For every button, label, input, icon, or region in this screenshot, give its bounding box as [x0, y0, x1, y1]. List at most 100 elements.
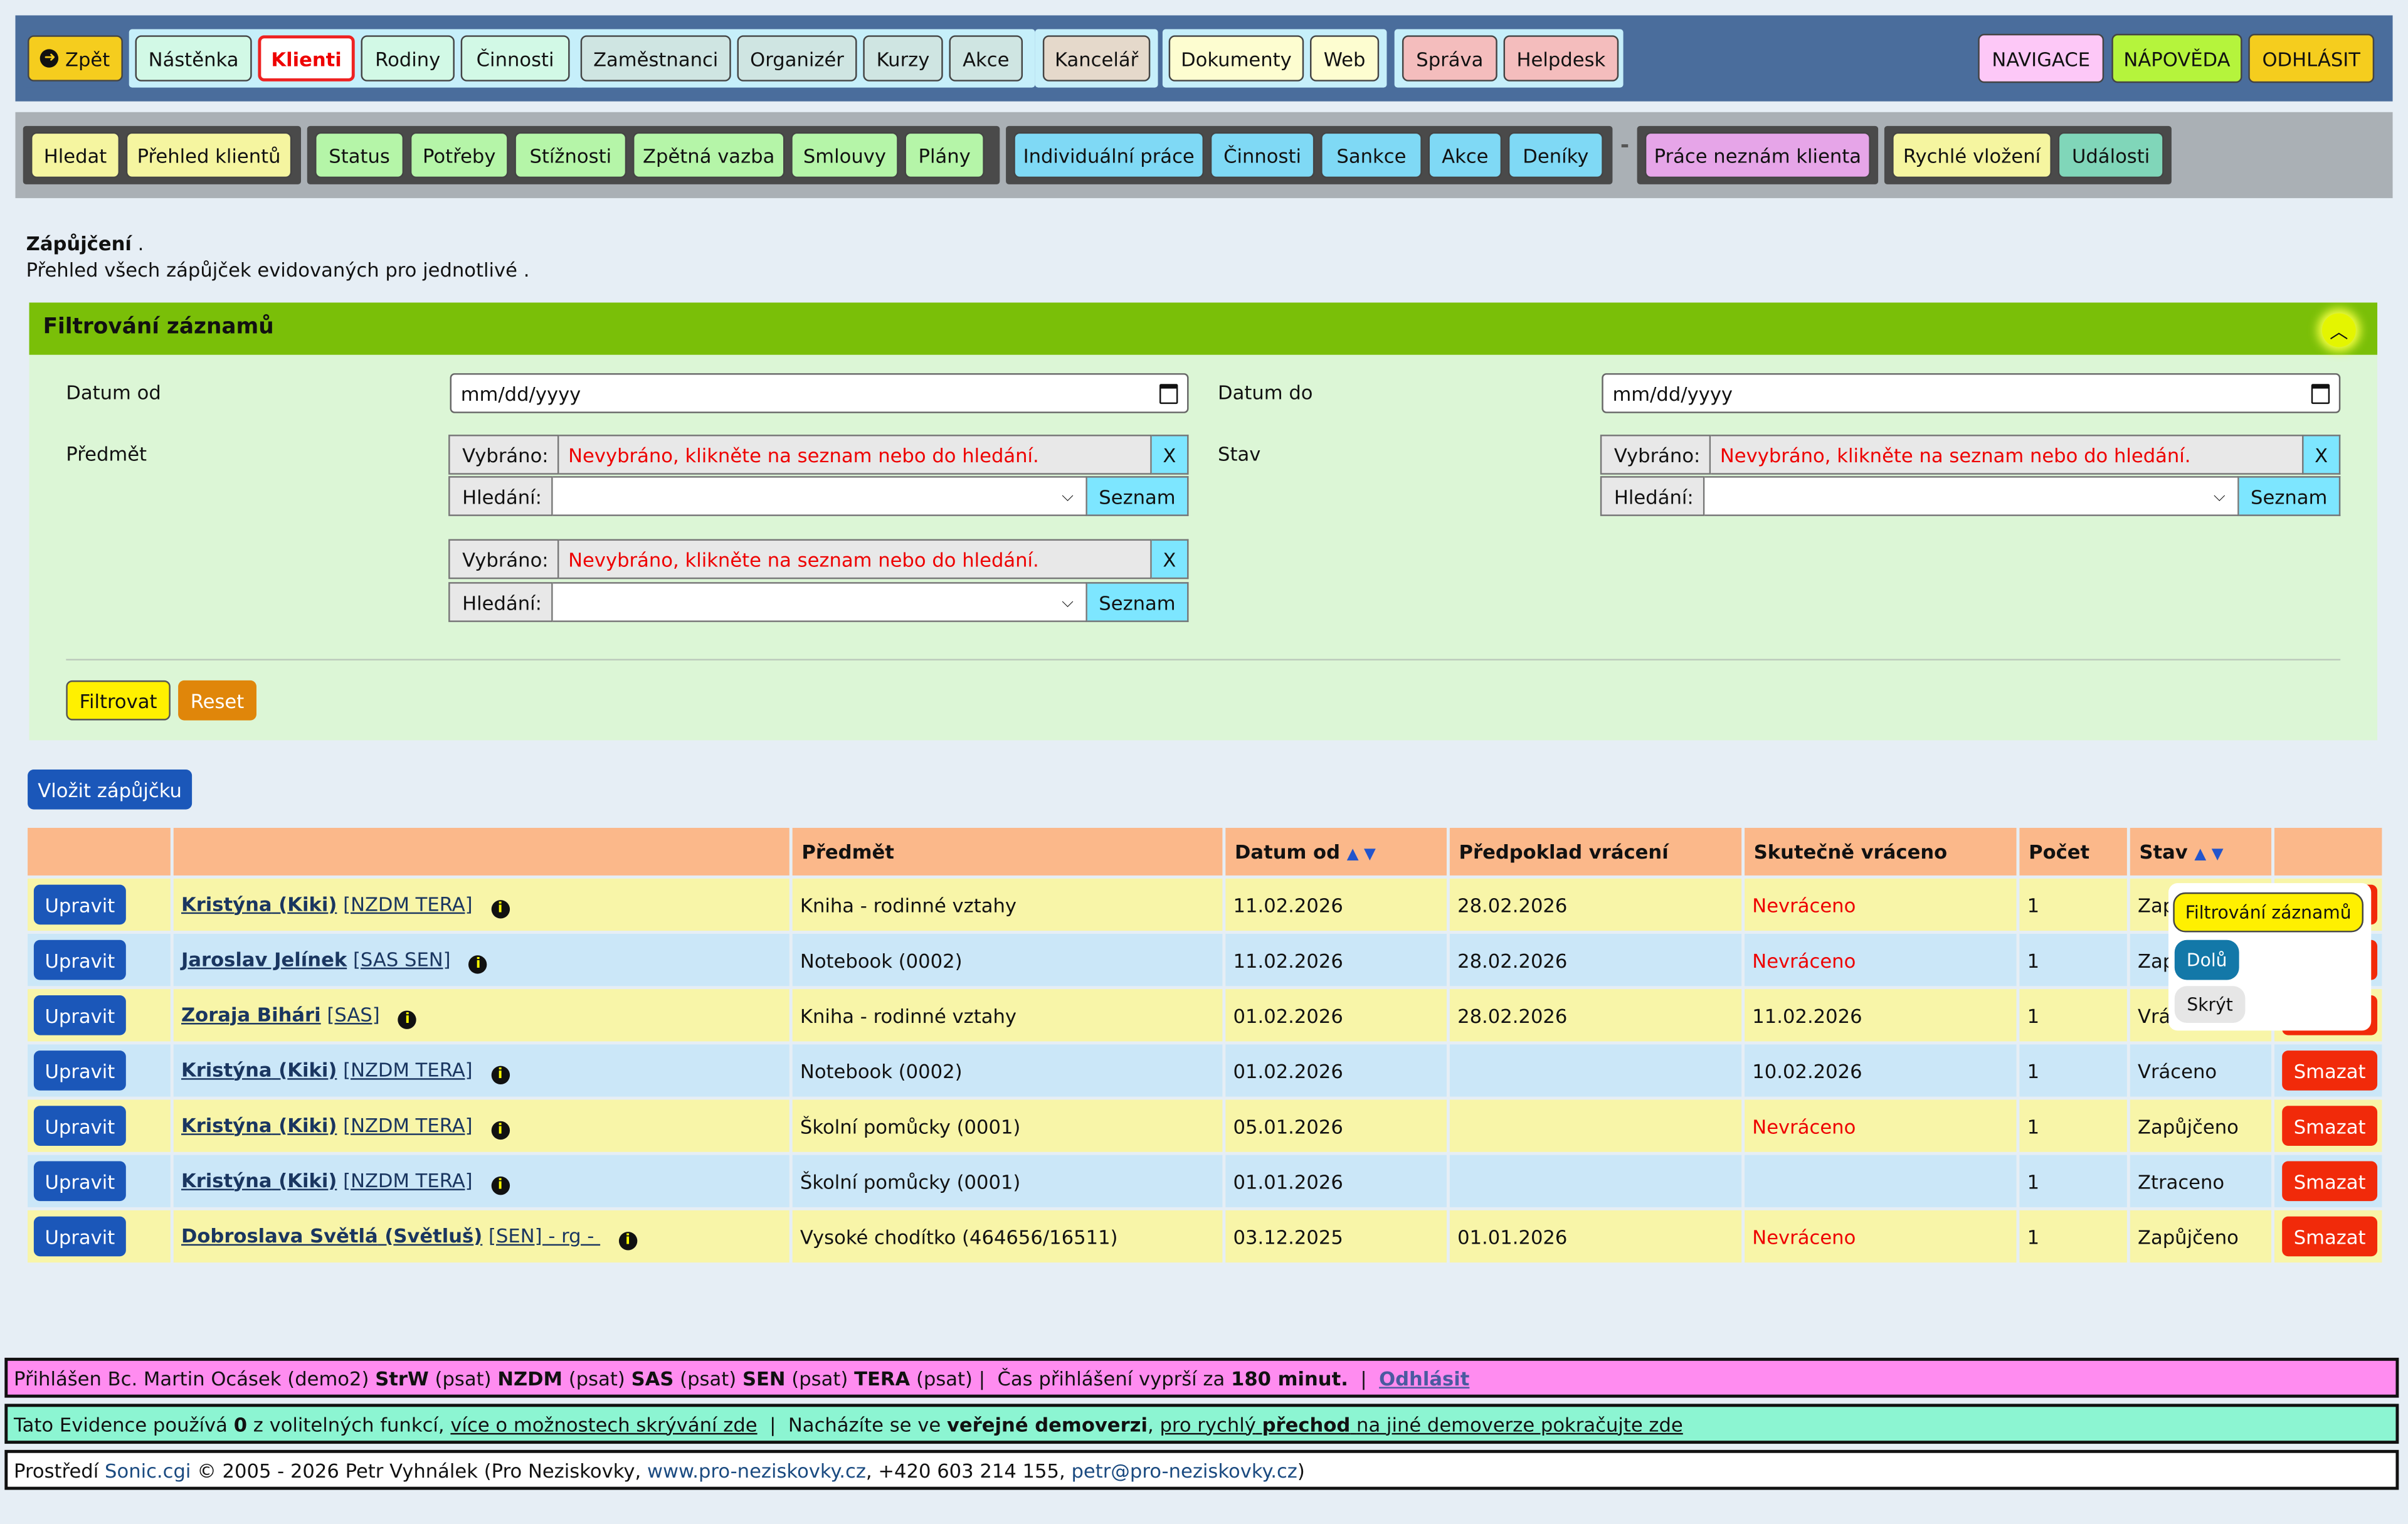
delete-button[interactable]: Smazat: [2282, 1050, 2378, 1091]
date-to-input[interactable]: mm/dd/yyyy: [1602, 373, 2341, 413]
nav-cinnosti[interactable]: Činnosti: [460, 35, 570, 82]
clear-button[interactable]: X: [2303, 435, 2341, 475]
info-icon[interactable]: i: [491, 1175, 510, 1195]
back-button[interactable]: ➜ Zpět: [28, 35, 123, 82]
delete-button[interactable]: Smazat: [2282, 1106, 2378, 1146]
edit-button[interactable]: Upravit: [33, 995, 126, 1035]
info-icon[interactable]: i: [491, 899, 510, 918]
client-services[interactable]: [SAS SEN]: [353, 947, 451, 970]
subject-list-button[interactable]: Seznam: [1087, 476, 1189, 516]
client-services[interactable]: [NZDM TERA]: [343, 1168, 473, 1191]
subnav-plany[interactable]: Plány: [904, 132, 985, 179]
subnav-prace-neznam-klienta[interactable]: Práce neznám klienta: [1644, 132, 1871, 179]
subject-search-select[interactable]: ⌵: [552, 476, 1087, 516]
subnav-prehled-klientu[interactable]: Přehled klientů: [125, 132, 292, 179]
client-services[interactable]: [SEN] - rg -: [488, 1224, 600, 1247]
insert-loan-button[interactable]: Vložit zápůjčku: [28, 769, 193, 810]
subnav-rychle-vlozeni[interactable]: Rychlé vložení: [1892, 132, 2052, 179]
info-icon[interactable]: i: [398, 1010, 417, 1029]
nav-sprava[interactable]: Správa: [1402, 35, 1497, 82]
edit-button[interactable]: Upravit: [33, 1161, 126, 1202]
info-icon[interactable]: i: [618, 1230, 637, 1250]
date-from-input[interactable]: mm/dd/yyyy: [450, 373, 1189, 413]
client-services[interactable]: [NZDM TERA]: [343, 1113, 473, 1136]
sort-arrows-icon[interactable]: ▲ ▼: [2194, 846, 2223, 863]
calendar-icon[interactable]: [2311, 383, 2330, 403]
page-title: Zápůjčení .: [26, 232, 144, 255]
client-link[interactable]: Zoraja Bihári: [181, 1002, 321, 1025]
state-list-button[interactable]: Seznam: [2239, 476, 2341, 516]
nav-kurzy[interactable]: Kurzy: [863, 35, 943, 82]
nav-helpdesk[interactable]: Helpdesk: [1503, 35, 1619, 82]
demo-switch-link[interactable]: pro rychlý přechod na jiné demoverze pok…: [1159, 1412, 1682, 1436]
filter-button[interactable]: Filtrovat: [66, 680, 171, 721]
client-link[interactable]: Kristýna (Kiki): [181, 1057, 337, 1081]
nav-web[interactable]: Web: [1309, 35, 1380, 82]
nav-nastenka[interactable]: Nástěnka: [135, 35, 252, 82]
subnav-hledat[interactable]: Hledat: [30, 132, 120, 179]
nav-kancelar[interactable]: Kancelář: [1042, 35, 1151, 82]
delete-button[interactable]: Smazat: [2282, 1216, 2378, 1257]
state-search-select[interactable]: ⌵: [1704, 476, 2239, 516]
subnav-smlouvy[interactable]: Smlouvy: [791, 132, 899, 179]
help-button[interactable]: NÁPOVĚDA: [2111, 33, 2242, 83]
col-header-date-from[interactable]: Datum od ▲ ▼: [1225, 828, 1447, 876]
sort-arrows-icon[interactable]: ▲ ▼: [1347, 846, 1376, 863]
client-link[interactable]: Jaroslav Jelínek: [181, 947, 347, 970]
subnav-status[interactable]: Status: [315, 132, 404, 179]
client-services[interactable]: [NZDM TERA]: [343, 892, 473, 915]
role-perm: (psat): [568, 1366, 625, 1390]
edit-button[interactable]: Upravit: [33, 939, 126, 980]
info-icon[interactable]: i: [491, 1120, 510, 1139]
footer-logout-link[interactable]: Odhlásit: [1379, 1366, 1469, 1389]
calendar-icon[interactable]: [1159, 383, 1178, 403]
info-icon[interactable]: i: [491, 1065, 510, 1084]
subnav-udalosti[interactable]: Události: [2057, 132, 2164, 179]
subnav-akce[interactable]: Akce: [1428, 132, 1502, 179]
subnav-zpetna-vazba[interactable]: Zpětná vazba: [632, 132, 785, 179]
features-link[interactable]: více o možnostech skrývání zde: [450, 1412, 757, 1436]
edit-button[interactable]: Upravit: [33, 1216, 126, 1257]
clear-button[interactable]: X: [1151, 435, 1189, 475]
sonic-link[interactable]: Sonic.cgi: [105, 1458, 191, 1481]
reset-button[interactable]: Reset: [178, 680, 256, 721]
subnav-individualni-prace[interactable]: Individuální práce: [1013, 132, 1205, 179]
navigation-button[interactable]: NAVIGACE: [1978, 33, 2104, 83]
client-services[interactable]: [SAS]: [327, 1002, 379, 1025]
chevron-up-icon[interactable]: ︿: [2321, 313, 2356, 347]
col-header-state[interactable]: Stav ▲ ▼: [2130, 828, 2272, 876]
subject2-search-select[interactable]: ⌵: [552, 582, 1087, 622]
nav-zamestnanci[interactable]: Zaměstnanci: [580, 35, 731, 82]
subnav-potreby[interactable]: Potřeby: [409, 132, 509, 179]
goto-filter-button[interactable]: Filtrování záznamů: [2173, 892, 2364, 933]
nav-organizer[interactable]: Organizér: [737, 35, 857, 82]
client-link[interactable]: Kristýna (Kiki): [181, 1113, 337, 1136]
edit-button[interactable]: Upravit: [33, 884, 126, 925]
nav-rodiny[interactable]: Rodiny: [361, 35, 455, 82]
nav-klienti[interactable]: Klienti: [258, 35, 355, 82]
web-link[interactable]: www.pro-neziskovky.cz: [647, 1458, 866, 1481]
filter-panel-header[interactable]: Filtrování záznamů ︿: [29, 302, 2378, 355]
hide-popup-button[interactable]: Skrýt: [2174, 986, 2246, 1024]
logout-button[interactable]: ODHLÁSIT: [2248, 33, 2375, 83]
subnav-sankce[interactable]: Sankce: [1321, 132, 1422, 179]
email-link[interactable]: petr@pro-neziskovky.cz: [1071, 1458, 1297, 1481]
client-link[interactable]: Kristýna (Kiki): [181, 1168, 337, 1191]
clear-button[interactable]: X: [1151, 539, 1189, 579]
subnav-deniky[interactable]: Deníky: [1508, 132, 1603, 179]
client-services[interactable]: [NZDM TERA]: [343, 1057, 473, 1081]
features-text-2: z volitelných funkcí,: [253, 1412, 445, 1436]
client-link[interactable]: Dobroslava Světlá (Světluš): [181, 1224, 482, 1247]
client-link[interactable]: Kristýna (Kiki): [181, 892, 337, 915]
nav-akce[interactable]: Akce: [949, 35, 1023, 82]
scroll-down-button[interactable]: Dolů: [2174, 939, 2239, 980]
edit-button[interactable]: Upravit: [33, 1106, 126, 1146]
info-icon[interactable]: i: [469, 955, 488, 973]
subnav-stiznosti[interactable]: Stížnosti: [514, 132, 627, 179]
subnav-cinnosti[interactable]: Činnosti: [1210, 132, 1315, 179]
state-label: Stav: [1218, 442, 1261, 466]
nav-dokumenty[interactable]: Dokumenty: [1168, 35, 1304, 82]
subject2-list-button[interactable]: Seznam: [1087, 582, 1189, 622]
delete-button[interactable]: Smazat: [2282, 1161, 2378, 1202]
edit-button[interactable]: Upravit: [33, 1050, 126, 1091]
